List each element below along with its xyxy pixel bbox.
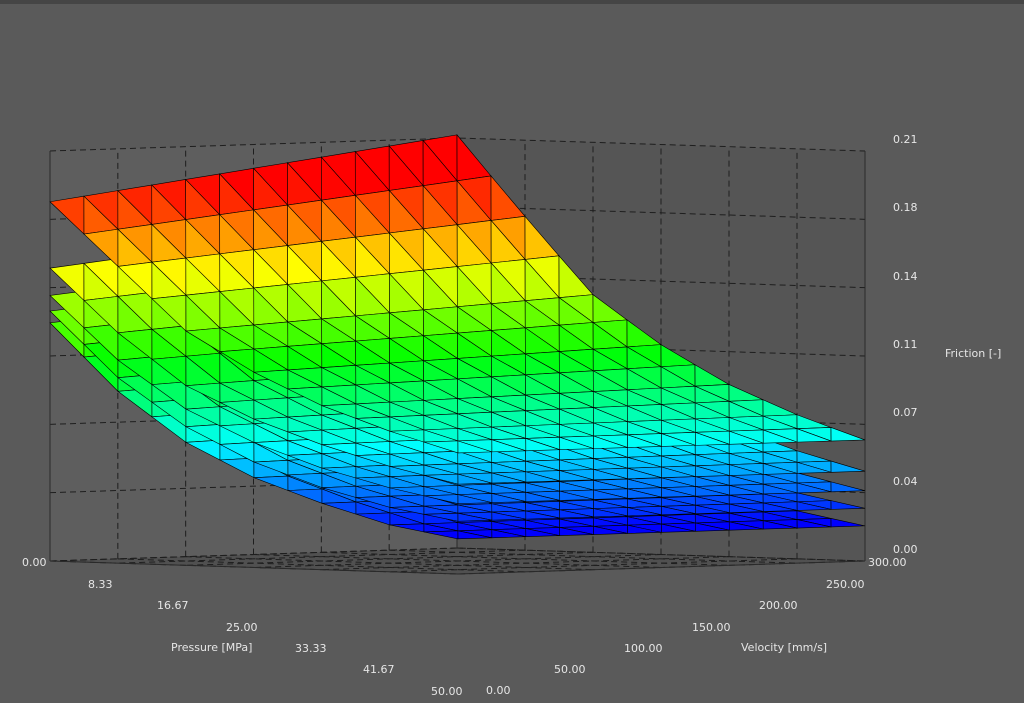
- friction-tick-label: 0.07: [893, 406, 918, 419]
- friction-tick-label: 0.18: [893, 201, 918, 214]
- pressure-tick-label: 41.67: [363, 663, 395, 676]
- velocity-tick-label: 150.00: [692, 621, 731, 634]
- pressure-axis-title: Pressure [MPa]: [171, 641, 253, 654]
- velocity-tick-label: 300.00: [868, 556, 907, 569]
- pressure-tick-label: 25.00: [226, 621, 258, 634]
- velocity-axis-title: Velocity [mm/s]: [741, 641, 828, 654]
- chart-window: 0.00 8.33 16.67 25.00 33.33 41.67 50.00 …: [0, 0, 1024, 703]
- friction-tick-label: 0.04: [893, 475, 918, 488]
- surface-plot[interactable]: [0, 0, 1024, 703]
- velocity-tick-label: 50.00: [554, 663, 586, 676]
- friction-tick-label: 0.14: [893, 270, 918, 283]
- pressure-tick-label: 50.00: [431, 685, 463, 698]
- pressure-tick-label: 16.67: [157, 599, 189, 612]
- pressure-tick-label: 0.00: [22, 556, 47, 569]
- friction-tick-label: 0.21: [893, 133, 918, 146]
- friction-tick-label: 0.11: [893, 338, 918, 351]
- velocity-tick-label: 0.00: [486, 684, 511, 697]
- velocity-tick-label: 250.00: [826, 578, 865, 591]
- velocity-tick-label: 100.00: [624, 642, 663, 655]
- pressure-tick-label: 33.33: [295, 642, 327, 655]
- friction-axis-title: Friction [-]: [945, 347, 1002, 360]
- friction-tick-label: 0.00: [893, 543, 918, 556]
- velocity-tick-label: 200.00: [759, 599, 798, 612]
- pressure-tick-label: 8.33: [88, 578, 113, 591]
